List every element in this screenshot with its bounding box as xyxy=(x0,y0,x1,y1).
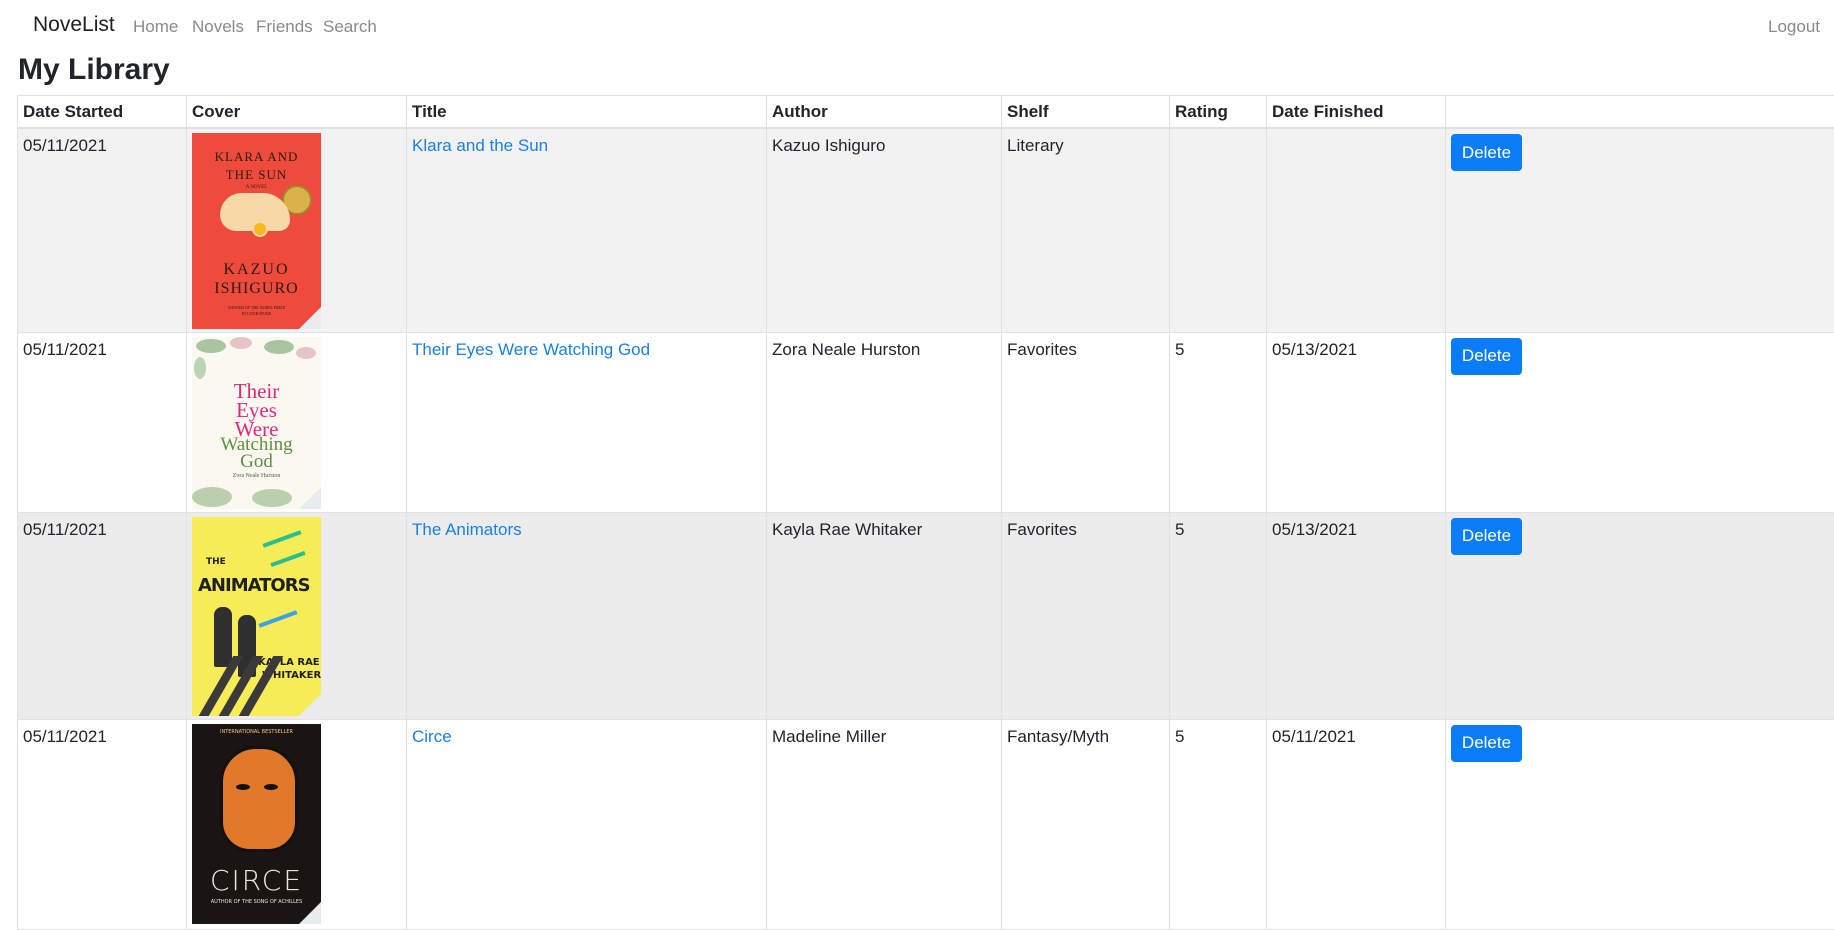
book-title-link[interactable]: Klara and the Sun xyxy=(412,136,548,155)
author-cell: Zora Neale Hurston xyxy=(767,332,1002,512)
delete-button[interactable]: Delete xyxy=(1451,725,1522,762)
col-header-shelf: Shelf xyxy=(1002,96,1170,129)
shelf-cell: Literary xyxy=(1002,128,1170,332)
table-row: 05/11/2021 INTERNATIONAL BESTSELLER CIRC… xyxy=(18,719,1834,929)
page-title: My Library xyxy=(18,53,170,87)
col-header-date-finished: Date Finished xyxy=(1267,96,1446,129)
delete-button[interactable]: Delete xyxy=(1451,134,1522,171)
title-cell: The Animators xyxy=(407,512,767,719)
table-row: 05/11/2021 KLARA AND THE SUN A NOVEL KAZ… xyxy=(18,128,1834,332)
face-illustration-icon xyxy=(220,746,298,852)
cover-text: God xyxy=(192,451,321,473)
cover-text: KLARA AND xyxy=(192,149,321,165)
library-table: Date Started Cover Title Author Shelf Ra… xyxy=(17,95,1834,930)
shelf-cell: Favorites xyxy=(1002,332,1170,512)
date-started-cell: 05/11/2021 xyxy=(18,128,187,332)
paint-stroke-icon xyxy=(259,610,298,627)
delete-button[interactable]: Delete xyxy=(1451,518,1522,555)
book-title-link[interactable]: The Animators xyxy=(412,520,522,539)
leaf-icon xyxy=(194,357,206,379)
author-cell: Madeline Miller xyxy=(767,719,1002,929)
sun-icon xyxy=(252,221,268,237)
cover-cell: INTERNATIONAL BESTSELLER CIRCE AUTHOR OF… xyxy=(187,719,407,929)
cover-cell: Their Eyes Were Watching God Zora Neale … xyxy=(187,332,407,512)
book-cover-image: THE ANIMATORS KAYLA RAE WHITAKER xyxy=(192,517,321,716)
page-curl-icon xyxy=(299,487,321,509)
date-finished-cell: 05/11/2021 xyxy=(1267,719,1446,929)
author-cell: Kayla Rae Whitaker xyxy=(767,512,1002,719)
col-header-date-started: Date Started xyxy=(18,96,187,129)
rating-cell: 5 xyxy=(1170,512,1267,719)
table-row: 05/11/2021 Their Eyes Were Watching God … xyxy=(18,332,1834,512)
delete-button[interactable]: Delete xyxy=(1451,338,1522,375)
flower-icon xyxy=(230,337,252,349)
date-started-cell: 05/11/2021 xyxy=(18,332,187,512)
figure-illustration-icon xyxy=(214,607,232,667)
rating-cell xyxy=(1170,128,1267,332)
cover-text: Zora Neale Hurston xyxy=(192,473,321,479)
page-curl-icon xyxy=(299,307,321,329)
leaf-icon xyxy=(264,340,294,354)
cover-text: ANIMATORS xyxy=(198,575,310,596)
paint-stroke-icon xyxy=(270,550,305,566)
author-cell: Kazuo Ishiguro xyxy=(767,128,1002,332)
date-finished-cell: 05/13/2021 xyxy=(1267,512,1446,719)
shelf-cell: Favorites xyxy=(1002,512,1170,719)
cover-text: KAZUO xyxy=(192,261,321,279)
cover-cell: THE ANIMATORS KAYLA RAE WHITAKER xyxy=(187,512,407,719)
cover-text: ISHIGURO xyxy=(192,280,321,298)
leaf-icon xyxy=(252,489,292,507)
cover-text: INTERNATIONAL BESTSELLER xyxy=(192,729,321,735)
date-started-cell: 05/11/2021 xyxy=(18,719,187,929)
page-curl-icon xyxy=(299,694,321,716)
table-row: 05/11/2021 THE ANIMATORS KAYLA RAE WHITA… xyxy=(18,512,1834,719)
book-title-link[interactable]: Their Eyes Were Watching God xyxy=(412,340,650,359)
shelf-cell: Fantasy/Myth xyxy=(1002,719,1170,929)
nav-search-link[interactable]: Search xyxy=(323,17,377,37)
col-header-actions xyxy=(1446,96,1834,129)
leaf-icon xyxy=(196,339,226,353)
cover-text: CIRCE xyxy=(192,864,321,897)
rating-cell: 5 xyxy=(1170,332,1267,512)
logout-link[interactable]: Logout xyxy=(1768,17,1820,37)
col-header-title: Title xyxy=(407,96,767,129)
eye-icon xyxy=(264,784,278,790)
rating-cell: 5 xyxy=(1170,719,1267,929)
navbar: NoveList Home Novels Friends Search Logo… xyxy=(0,0,1834,52)
actions-cell: Delete xyxy=(1446,512,1834,719)
col-header-rating: Rating xyxy=(1170,96,1267,129)
flower-icon xyxy=(296,347,316,359)
date-started-cell: 05/11/2021 xyxy=(18,512,187,719)
actions-cell: Delete xyxy=(1446,719,1834,929)
cover-cell: KLARA AND THE SUN A NOVEL KAZUO ISHIGURO… xyxy=(187,128,407,332)
title-cell: Circe xyxy=(407,719,767,929)
title-cell: Their Eyes Were Watching God xyxy=(407,332,767,512)
paint-stroke-icon xyxy=(263,530,302,547)
page-curl-icon xyxy=(299,902,321,924)
book-title-link[interactable]: Circe xyxy=(412,727,452,746)
date-finished-cell xyxy=(1267,128,1446,332)
title-cell: Klara and the Sun xyxy=(407,128,767,332)
cover-text: THE SUN xyxy=(192,167,321,183)
nav-novels-link[interactable]: Novels xyxy=(192,17,244,37)
table-header-row: Date Started Cover Title Author Shelf Ra… xyxy=(18,96,1834,129)
date-finished-cell: 05/13/2021 xyxy=(1267,332,1446,512)
book-cover-image: KLARA AND THE SUN A NOVEL KAZUO ISHIGURO… xyxy=(192,133,321,329)
book-cover-image: Their Eyes Were Watching God Zora Neale … xyxy=(192,337,321,509)
actions-cell: Delete xyxy=(1446,128,1834,332)
nav-friends-link[interactable]: Friends xyxy=(256,17,313,37)
leaf-icon xyxy=(192,487,232,507)
col-header-author: Author xyxy=(767,96,1002,129)
cover-text: THE xyxy=(206,557,226,567)
book-cover-image: INTERNATIONAL BESTSELLER CIRCE AUTHOR OF… xyxy=(192,724,321,924)
actions-cell: Delete xyxy=(1446,332,1834,512)
eye-icon xyxy=(236,784,250,790)
nav-home-link[interactable]: Home xyxy=(133,17,178,37)
col-header-cover: Cover xyxy=(187,96,407,129)
brand-logo-link[interactable]: NoveList xyxy=(33,13,115,37)
